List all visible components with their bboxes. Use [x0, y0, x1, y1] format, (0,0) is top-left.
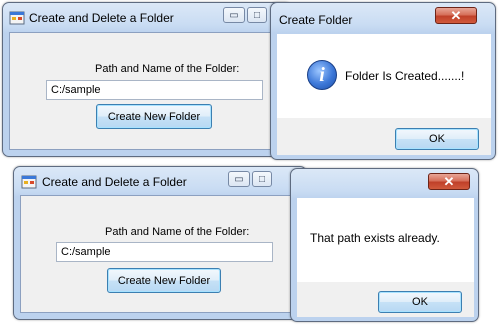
maximize-icon: □ — [253, 9, 261, 21]
minimize-button[interactable]: ▭ — [223, 7, 245, 23]
top-message-title: Create Folder — [279, 13, 353, 27]
close-button[interactable]: ✕ — [435, 7, 477, 24]
path-input[interactable]: C:/sample — [46, 80, 263, 100]
close-icon: ✕ — [450, 8, 462, 23]
create-new-folder-button[interactable]: Create New Folder — [107, 268, 221, 293]
minimize-button[interactable]: ▭ — [228, 171, 250, 187]
message-text: Folder Is Created.......! — [345, 69, 465, 83]
bottom-message-window: ✕ That path exists already. OK — [290, 168, 479, 322]
maximize-icon: □ — [258, 173, 266, 185]
bottom-message-footer: OK — [297, 282, 474, 317]
bottom-form-titlebar[interactable]: Create and Delete a Folder ▭ □ — [14, 167, 306, 197]
path-input[interactable]: C:/sample — [56, 242, 273, 262]
bottom-message-body: That path exists already. — [297, 198, 474, 282]
path-label: Path and Name of the Folder: — [105, 226, 250, 238]
info-icon: i — [307, 60, 337, 90]
close-icon: ✕ — [443, 174, 455, 189]
top-form-client: Path and Name of the Folder: C:/sample C… — [9, 32, 286, 150]
create-new-folder-button[interactable]: Create New Folder — [96, 104, 212, 129]
top-message-body: i Folder Is Created.......! — [277, 34, 491, 118]
minimize-icon: ▭ — [229, 9, 239, 21]
ok-button[interactable]: OK — [395, 128, 479, 150]
close-button[interactable]: ✕ — [428, 173, 470, 190]
message-text: That path exists already. — [310, 231, 440, 245]
bottom-form-window: Create and Delete a Folder ▭ □ Path and … — [13, 166, 307, 320]
minimize-icon: ▭ — [234, 173, 244, 185]
bottom-form-title: Create and Delete a Folder — [42, 175, 187, 189]
bottom-message-titlebar[interactable]: ✕ — [291, 169, 478, 199]
top-message-titlebar[interactable]: Create Folder ✕ — [271, 3, 495, 33]
top-form-title: Create and Delete a Folder — [29, 11, 174, 25]
app-window-icon — [21, 175, 37, 189]
ok-button[interactable]: OK — [378, 291, 462, 313]
top-form-window: Create and Delete a Folder ▭ □ Path and … — [2, 2, 292, 157]
bottom-form-client: Path and Name of the Folder: C:/sample C… — [20, 195, 301, 313]
maximize-button[interactable]: □ — [252, 171, 272, 187]
top-message-footer: OK — [277, 118, 491, 155]
app-window-icon — [9, 11, 25, 25]
path-label: Path and Name of the Folder: — [95, 63, 240, 75]
top-message-window: Create Folder ✕ i Folder Is Created.....… — [270, 2, 496, 160]
maximize-button[interactable]: □ — [247, 7, 267, 23]
top-form-titlebar[interactable]: Create and Delete a Folder ▭ □ — [3, 3, 291, 33]
